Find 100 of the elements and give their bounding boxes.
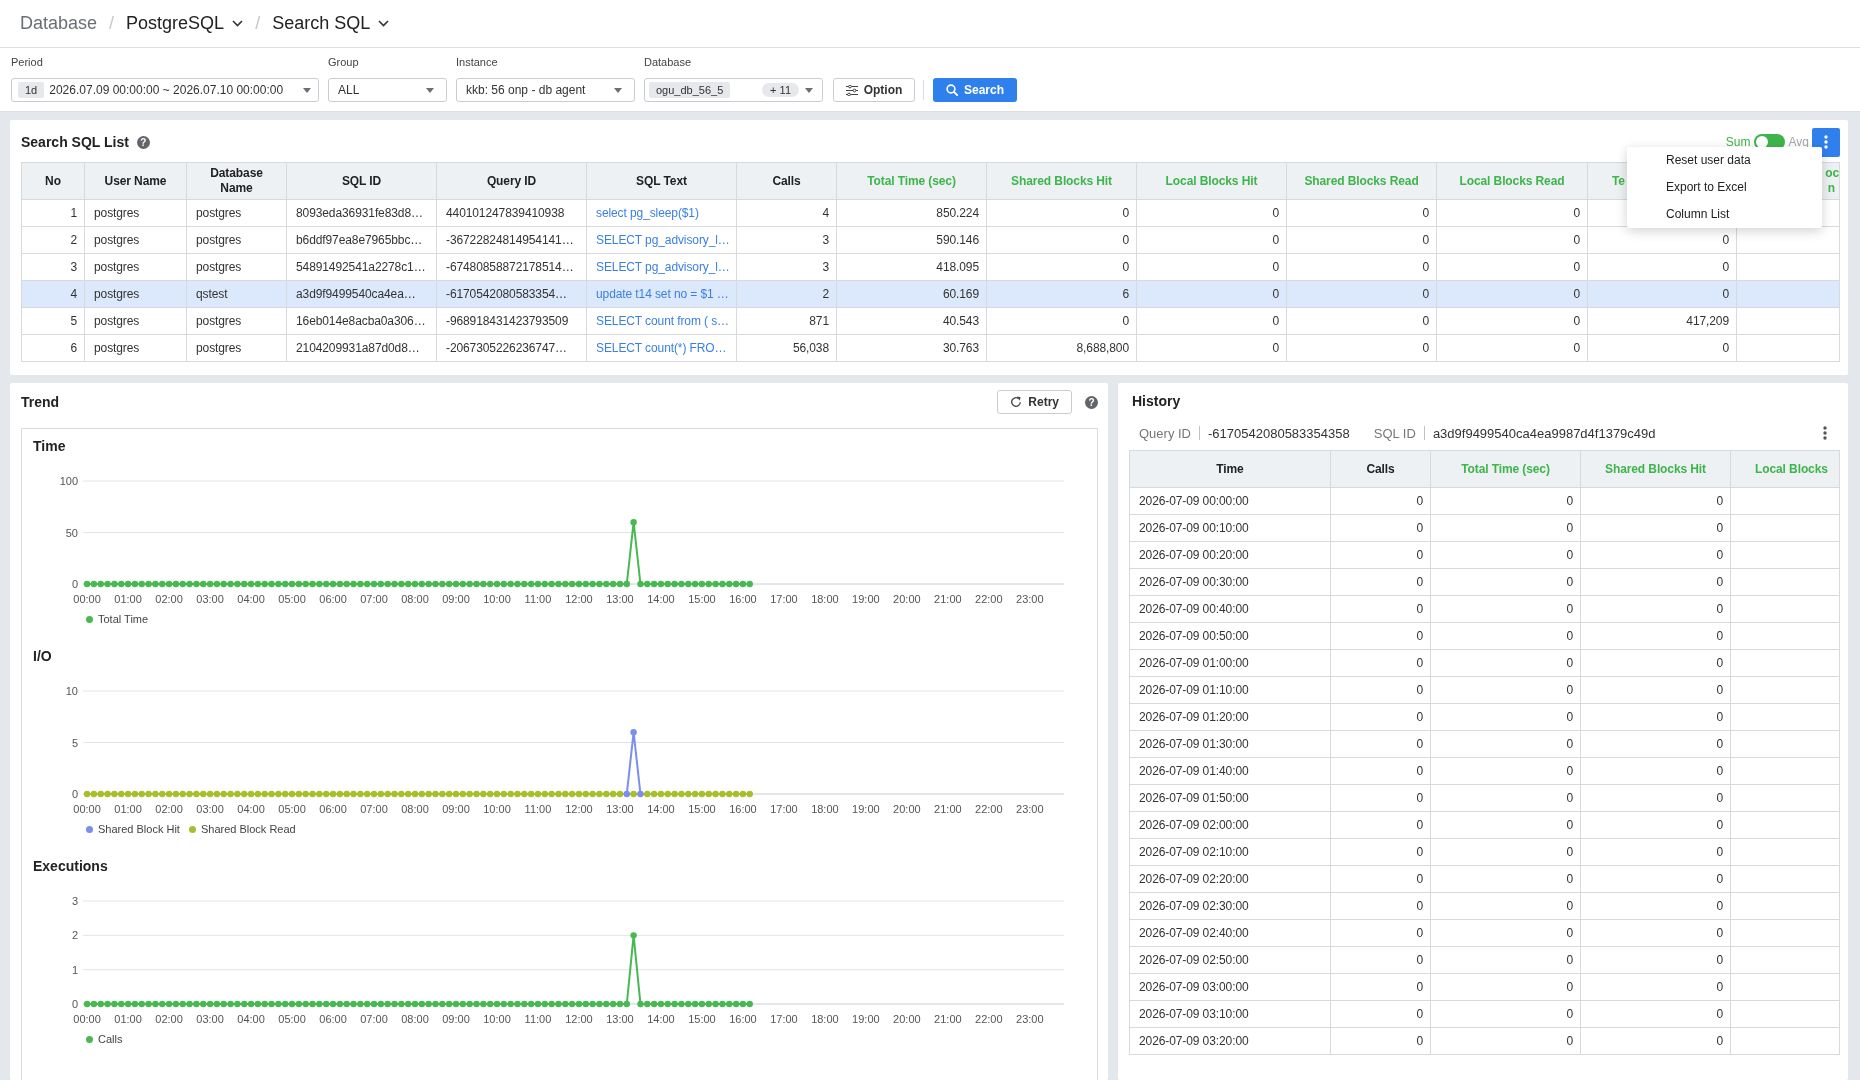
axis-label: 11:00 [524, 803, 552, 815]
period-picker[interactable]: 1d 2026.07.09 00:00:00 ~ 2026.07.10 00:00:00 [11, 78, 319, 102]
sql-text-link[interactable]: SELECT pg_advisory_l… [596, 260, 730, 274]
table-cell: 0 [1330, 946, 1431, 974]
table-cell: 56,038 [736, 334, 837, 362]
table-row[interactable]: 4 postgres qstest a3d9f9499540ca4ea… -6170542080583354… update t14 set no = $1 … 2 60.169 6 0 0 0 0 [21, 280, 1840, 308]
table-cell: 0 [1286, 280, 1437, 308]
axis-label: 5 [71, 736, 78, 749]
range-chip: 1d [18, 82, 45, 98]
field-label: Instance [456, 56, 499, 69]
table-cell: 0 [1430, 568, 1581, 596]
table-cell: 2 [21, 226, 85, 254]
panel-title: History [1131, 392, 1181, 411]
chart-point [630, 519, 637, 526]
axis-label: 05:00 [278, 803, 306, 815]
retry-button[interactable]: Retry [997, 390, 1072, 414]
axis-label: 11:00 [524, 1013, 552, 1025]
axis-label: 14:00 [647, 1013, 675, 1025]
column-header: Query ID [436, 162, 587, 200]
table-cell: 8093eda36931fe83d8… [286, 199, 437, 227]
breadcrumb-link[interactable]: Database [20, 13, 98, 34]
table-row[interactable]: 3 postgres postgres 54891492541a2278c1… -67480858872178514… SELECT pg_advisory_l… 3 418.095 0 0 0 0 0 [21, 253, 1840, 281]
axis-label: 11:00 [524, 593, 552, 605]
breadcrumb-separator: / [255, 13, 261, 34]
axis-label: 05:00 [278, 593, 306, 605]
table-cell: 0 [1436, 226, 1588, 254]
axis-label: 09:00 [442, 593, 470, 605]
table-cell: postgres [186, 307, 287, 335]
table-cell: 0 [1580, 622, 1731, 650]
table-cell: 2026-07-09 01:00:00 [1129, 649, 1331, 677]
menu-item[interactable]: Export to Excel [1627, 174, 1822, 201]
table-row[interactable]: 6 postgres postgres 2104209931a87d0d8… -2067305226236747… SELECT count(*) FRO… 56,038 30.763 8,688,800 0 0 0 0 [21, 334, 1840, 362]
table-cell: 2026-07-09 00:10:00 [1129, 514, 1331, 542]
table-cell: 2026-07-09 00:00:00 [1129, 487, 1331, 515]
table-cell: 0 [1430, 946, 1581, 974]
table-cell: 0 [1430, 487, 1581, 515]
select-field[interactable]: kkb: 56 onp - db agent [456, 78, 635, 102]
axis-label: 2 [71, 929, 78, 942]
table-cell: 0 [1136, 253, 1287, 281]
axis-label: 05:00 [278, 1013, 306, 1025]
help-icon: ? [1085, 395, 1098, 409]
table-cell: 6 [986, 280, 1137, 308]
table-cell: 0 [1330, 811, 1431, 839]
column-header: Database Name [186, 162, 287, 200]
table-cell: 0 [1330, 892, 1431, 920]
axis-label: 100 [59, 475, 78, 487]
search-button[interactable]: Search [933, 78, 1017, 102]
table-cell: 0 [986, 226, 1137, 254]
table-cell: 0 [1330, 487, 1431, 515]
table-cell: -968918431423793509 [436, 307, 587, 335]
sql-text-link[interactable]: select pg_sleep($1) [596, 206, 699, 220]
axis-label: 08:00 [401, 1013, 429, 1025]
column-header: User Name [84, 162, 187, 200]
sql-text-link[interactable]: SELECT count from ( s… [596, 314, 729, 328]
table-cell: 0 [1580, 946, 1731, 974]
axis-label: 10 [65, 685, 78, 697]
table-cell: 4 [21, 280, 85, 308]
table-cell: 0 [1436, 253, 1588, 281]
table-cell: 0 [1330, 1027, 1431, 1055]
database-tag: ogu_db_56_5 [649, 82, 731, 98]
menu-item[interactable]: Column List [1627, 201, 1822, 228]
legend-label: Total Time [98, 613, 149, 625]
table-cell: 850.224 [836, 199, 987, 227]
axis-label: 04:00 [237, 1013, 265, 1025]
table-cell: 0 [1330, 757, 1431, 785]
table-cell: 60.169 [836, 280, 987, 308]
axis-label: 03:00 [196, 803, 224, 815]
axis-label: 20:00 [893, 1013, 921, 1025]
sql-text-link[interactable]: SELECT count(*) FRO… [596, 341, 727, 355]
menu-item[interactable]: Reset user data [1627, 147, 1822, 174]
table-cell: 2026-07-09 00:30:00 [1129, 568, 1331, 596]
axis-label: 02:00 [155, 803, 183, 815]
select-field[interactable]: ALL [328, 78, 447, 102]
chevron-icon [378, 20, 390, 27]
breadcrumb-separator: / [109, 13, 115, 34]
column-header: Calls [736, 162, 837, 200]
table-cell: 2026-07-09 00:50:00 [1129, 622, 1331, 650]
panel-title: Trend [21, 394, 60, 410]
field-label: Group [328, 56, 360, 69]
table-cell: 2026-07-09 02:30:00 [1129, 892, 1331, 920]
multi-select-field[interactable]: ogu_db_56_5 + 11 [644, 78, 823, 102]
column-header: Local Blocks Hit [1136, 162, 1287, 200]
table-cell: 0 [1580, 973, 1731, 1001]
table-cell: b6ddf97ea8e7965bbc… [286, 226, 437, 254]
axis-label: 0 [71, 578, 78, 590]
axis-label: 10:00 [483, 803, 511, 815]
axis-label: 15:00 [688, 803, 716, 815]
table-row[interactable]: 5 postgres postgres 16eb014e8acba0a306… -968918431423793509 SELECT count from ( s… 871 40.543 0 0 0 0 417,209 [21, 307, 1840, 335]
breadcrumb-dropdown[interactable]: Search SQL [272, 13, 390, 34]
toggle-label: Sum [1725, 135, 1751, 149]
breadcrumb-dropdown[interactable]: PostgreSQL [126, 13, 244, 34]
option-button[interactable]: Option [833, 78, 915, 102]
sql-text-link[interactable]: SELECT pg_advisory_l… [596, 233, 730, 247]
table-cell: 30.763 [836, 334, 987, 362]
table-cell: 0 [1330, 541, 1431, 569]
table-cell: 0 [1136, 199, 1287, 227]
table-cell: 0 [1330, 865, 1431, 893]
table-cell: 417,209 [1587, 307, 1737, 335]
table-row[interactable]: 2 postgres postgres b6ddf97ea8e7965bbc… -36722824814954141… SELECT pg_advisory_l… 3 590.146 0 0 0 0 0 [21, 226, 1840, 254]
axis-label: 21:00 [934, 593, 962, 605]
